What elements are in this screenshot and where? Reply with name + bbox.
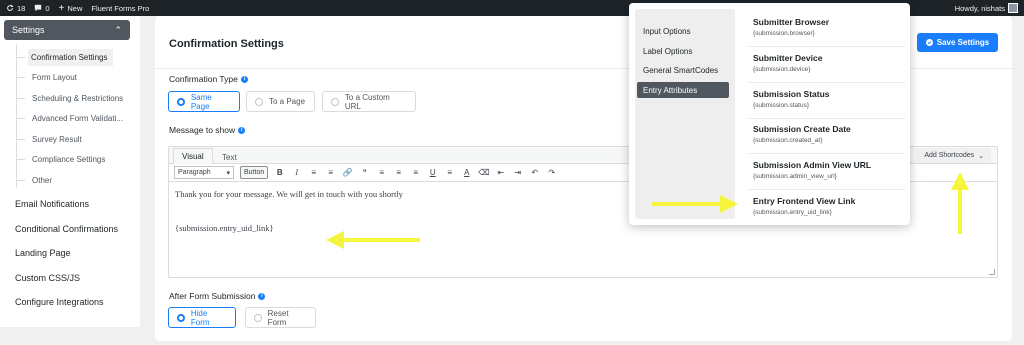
arrow-right-icon — [652, 195, 738, 213]
arrow-left-icon — [326, 231, 420, 249]
annotation-arrows — [326, 172, 969, 249]
arrow-up-icon — [951, 172, 969, 234]
